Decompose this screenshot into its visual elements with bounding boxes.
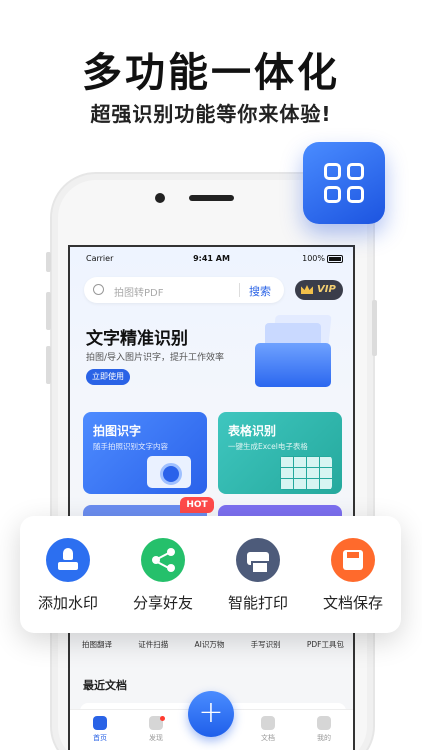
- home-icon: [93, 716, 107, 730]
- share-friends-action[interactable]: 分享好友: [118, 538, 208, 613]
- promo-headline: 多功能一体化: [82, 50, 340, 96]
- table-ocr-title: 表格识别: [228, 424, 277, 438]
- table-ocr-desc: 一键生成Excel电子表格: [228, 442, 308, 451]
- front-camera: [155, 193, 165, 203]
- smart-print-action[interactable]: 智能打印: [213, 538, 303, 613]
- save-document-label: 文档保存: [322, 594, 383, 612]
- status-bar: Carrier 9:41 AM 100%: [70, 252, 353, 268]
- phone-volume-down: [46, 346, 51, 384]
- save-icon: [331, 538, 375, 582]
- camera-icon: [147, 456, 191, 488]
- search-icon: [93, 284, 104, 295]
- stamp-icon: [46, 538, 90, 582]
- tool-id-scan[interactable]: 证件扫描: [138, 639, 168, 650]
- add-watermark-action[interactable]: 添加水印: [23, 538, 113, 613]
- phone-power-button: [372, 300, 377, 356]
- tab-discover[interactable]: 发现: [136, 716, 176, 743]
- tab-home-label: 首页: [93, 734, 107, 742]
- banner-title: 文字精准识别: [86, 329, 188, 349]
- share-icon: [141, 538, 185, 582]
- search-input[interactable]: 拍图转PDF: [114, 284, 163, 299]
- search-bar[interactable]: 拍图转PDF 搜索: [84, 277, 284, 303]
- add-button[interactable]: +: [188, 691, 234, 737]
- photo-ocr-card[interactable]: 拍图识字 随手拍照识别文字内容: [83, 412, 207, 494]
- recent-docs-title: 最近文档: [83, 679, 127, 692]
- tab-mine[interactable]: 我的: [304, 716, 344, 743]
- smart-print-label: 智能打印: [227, 594, 288, 612]
- banner-subtitle: 拍图/导入图片识字，提升工作效率: [86, 353, 225, 363]
- battery-icon: [327, 255, 343, 263]
- vip-button[interactable]: VIP: [295, 280, 343, 300]
- hot-badge: HOT: [180, 497, 214, 513]
- document-icon: [261, 716, 275, 730]
- small-tools-row: 拍图翻译 证件扫描 AI识万物 手写识别 PDF工具包: [82, 639, 344, 650]
- tool-ai-recognize[interactable]: AI识万物: [195, 639, 225, 650]
- share-actions-popup: 添加水印 分享好友 智能打印 文档保存: [20, 516, 401, 633]
- banner-use-now-button[interactable]: 立即使用: [86, 369, 130, 385]
- promo-subline: 超强识别功能等你来体验!: [90, 102, 332, 126]
- app-screen: Carrier 9:41 AM 100% 拍图转PDF 搜索 VIP 文字精准识…: [68, 245, 355, 750]
- notification-dot: [160, 716, 165, 721]
- tab-home[interactable]: 首页: [80, 716, 120, 743]
- table-ocr-card[interactable]: 表格识别 一键生成Excel电子表格: [218, 412, 342, 494]
- tool-handwriting[interactable]: 手写识别: [251, 639, 281, 650]
- tab-discover-label: 发现: [149, 734, 163, 742]
- phone-volume-up: [46, 292, 51, 330]
- tool-photo-translate[interactable]: 拍图翻译: [82, 639, 112, 650]
- printer-icon: [236, 538, 280, 582]
- tab-docs[interactable]: 文档: [248, 716, 288, 743]
- profile-icon: [317, 716, 331, 730]
- spreadsheet-icon: [280, 456, 332, 490]
- vip-label: VIP: [317, 284, 336, 295]
- share-friends-label: 分享好友: [132, 594, 193, 612]
- add-watermark-label: 添加水印: [37, 594, 98, 612]
- battery-percent: 100%: [302, 254, 325, 263]
- photo-ocr-desc: 随手拍照识别文字内容: [93, 442, 168, 451]
- photo-ocr-title: 拍图识字: [93, 424, 142, 438]
- grid-apps-icon: [303, 142, 385, 224]
- search-button[interactable]: 搜索: [249, 283, 271, 299]
- phone-mute-switch: [46, 252, 51, 272]
- document-folder-illustration: [255, 315, 340, 390]
- tool-pdf-kit[interactable]: PDF工具包: [307, 639, 344, 650]
- search-divider: [239, 283, 240, 297]
- earpiece-speaker: [189, 195, 234, 201]
- crown-icon: [301, 285, 313, 294]
- tab-mine-label: 我的: [317, 734, 331, 742]
- save-document-action[interactable]: 文档保存: [308, 538, 398, 613]
- tab-docs-label: 文档: [261, 734, 275, 742]
